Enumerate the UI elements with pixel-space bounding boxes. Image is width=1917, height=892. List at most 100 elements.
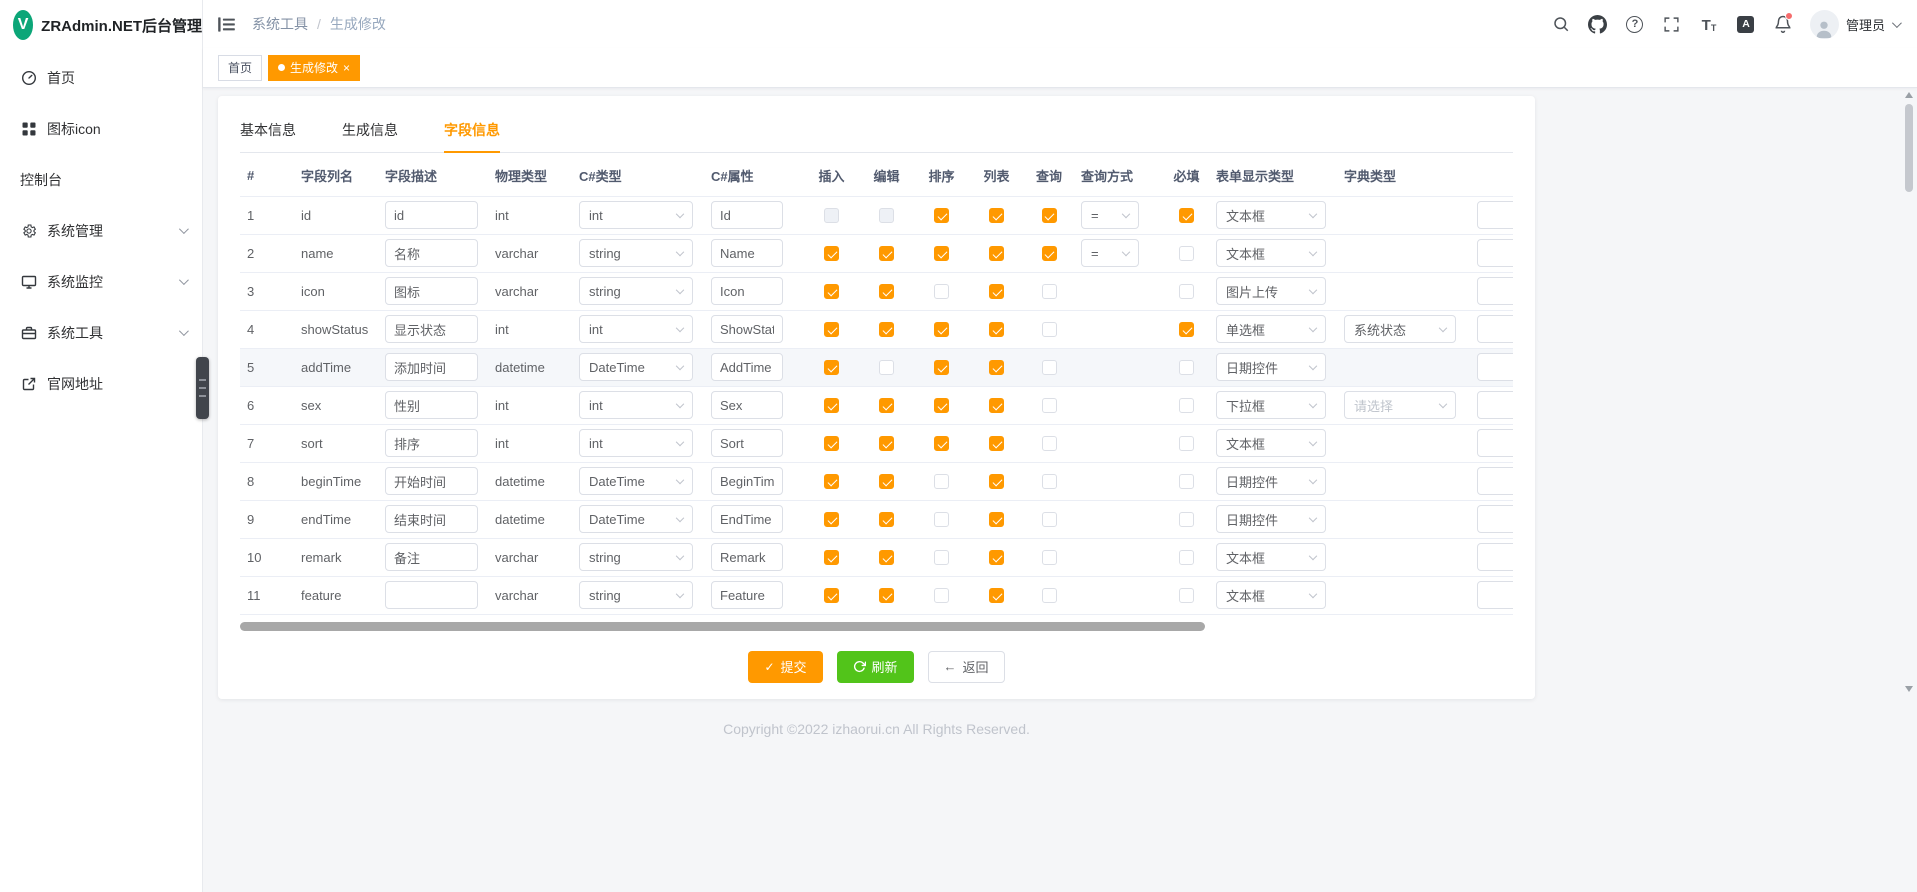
display-type-select[interactable]: 文本框 bbox=[1216, 543, 1326, 571]
checkbox[interactable] bbox=[1179, 322, 1194, 337]
column-description-input[interactable] bbox=[385, 581, 478, 609]
csharp-property-input[interactable] bbox=[711, 429, 783, 457]
sidebar-item-website[interactable]: 官网地址 bbox=[0, 358, 202, 409]
vertical-scrollbar[interactable] bbox=[1904, 92, 1914, 692]
checkbox[interactable] bbox=[824, 246, 839, 261]
extra-input[interactable] bbox=[1477, 277, 1513, 305]
csharp-property-input[interactable] bbox=[711, 581, 783, 609]
font-size-icon[interactable] bbox=[1699, 14, 1719, 34]
checkbox[interactable] bbox=[824, 550, 839, 565]
display-type-select[interactable]: 文本框 bbox=[1216, 581, 1326, 609]
tag-home[interactable]: 首页 bbox=[218, 55, 262, 81]
checkbox[interactable] bbox=[879, 588, 894, 603]
breadcrumb-item[interactable]: 系统工具 bbox=[252, 14, 308, 34]
checkbox[interactable] bbox=[934, 360, 949, 375]
csharp-type-select[interactable]: int bbox=[579, 429, 693, 457]
close-icon[interactable] bbox=[343, 62, 350, 74]
checkbox[interactable] bbox=[1179, 436, 1194, 451]
checkbox[interactable] bbox=[934, 322, 949, 337]
checkbox[interactable] bbox=[1042, 284, 1057, 299]
horizontal-scrollbar-thumb[interactable] bbox=[240, 622, 1205, 631]
checkbox[interactable] bbox=[879, 360, 894, 375]
display-type-select[interactable]: 文本框 bbox=[1216, 429, 1326, 457]
csharp-type-select[interactable]: DateTime bbox=[579, 467, 693, 495]
checkbox[interactable] bbox=[934, 436, 949, 451]
checkbox[interactable] bbox=[989, 284, 1004, 299]
extra-input[interactable] bbox=[1477, 353, 1513, 381]
checkbox[interactable] bbox=[1179, 512, 1194, 527]
notification-bell-icon[interactable] bbox=[1773, 14, 1793, 34]
checkbox[interactable] bbox=[879, 284, 894, 299]
checkbox[interactable] bbox=[1179, 208, 1194, 223]
display-type-select[interactable]: 文本框 bbox=[1216, 239, 1326, 267]
checkbox[interactable] bbox=[879, 436, 894, 451]
extra-input[interactable] bbox=[1477, 543, 1513, 571]
extra-input[interactable] bbox=[1477, 505, 1513, 533]
horizontal-scrollbar[interactable] bbox=[240, 622, 1513, 631]
submit-button[interactable]: 提交 bbox=[748, 651, 822, 683]
csharp-property-input[interactable] bbox=[711, 315, 783, 343]
sidebar-item-system-admin[interactable]: 系统管理 bbox=[0, 205, 202, 256]
csharp-type-select[interactable]: DateTime bbox=[579, 353, 693, 381]
checkbox[interactable] bbox=[1042, 550, 1057, 565]
checkbox[interactable] bbox=[1042, 360, 1057, 375]
checkbox[interactable] bbox=[1042, 436, 1057, 451]
column-description-input[interactable] bbox=[385, 429, 478, 457]
checkbox[interactable] bbox=[1042, 246, 1057, 261]
extra-input[interactable] bbox=[1477, 467, 1513, 495]
checkbox[interactable] bbox=[1042, 398, 1057, 413]
checkbox[interactable] bbox=[879, 474, 894, 489]
csharp-property-input[interactable] bbox=[711, 353, 783, 381]
csharp-type-select[interactable]: string bbox=[579, 239, 693, 267]
checkbox[interactable] bbox=[989, 322, 1004, 337]
display-type-select[interactable]: 日期控件 bbox=[1216, 505, 1326, 533]
query-mode-select[interactable]: = bbox=[1081, 239, 1139, 267]
checkbox[interactable] bbox=[989, 360, 1004, 375]
checkbox[interactable] bbox=[1179, 246, 1194, 261]
dict-type-select[interactable]: 系统状态 bbox=[1344, 315, 1456, 343]
checkbox[interactable] bbox=[824, 588, 839, 603]
tag-generate-edit[interactable]: 生成修改 bbox=[268, 55, 360, 81]
checkbox[interactable] bbox=[824, 322, 839, 337]
csharp-type-select[interactable]: DateTime bbox=[579, 505, 693, 533]
checkbox[interactable] bbox=[1042, 208, 1057, 223]
csharp-property-input[interactable] bbox=[711, 467, 783, 495]
csharp-property-input[interactable] bbox=[711, 505, 783, 533]
checkbox[interactable] bbox=[879, 550, 894, 565]
display-type-select[interactable]: 单选框 bbox=[1216, 315, 1326, 343]
sidebar-item-icons[interactable]: 图标icon bbox=[0, 103, 202, 154]
tab-field-info[interactable]: 字段信息 bbox=[444, 112, 500, 152]
csharp-type-select[interactable]: int bbox=[579, 201, 693, 229]
checkbox[interactable] bbox=[934, 588, 949, 603]
checkbox[interactable] bbox=[824, 512, 839, 527]
scroll-down-arrow-icon[interactable] bbox=[1905, 686, 1913, 692]
help-icon[interactable] bbox=[1625, 14, 1645, 34]
checkbox[interactable] bbox=[879, 398, 894, 413]
checkbox[interactable] bbox=[989, 474, 1004, 489]
sidebar-item-console[interactable]: 控制台 bbox=[0, 154, 202, 205]
checkbox[interactable] bbox=[934, 512, 949, 527]
scroll-up-arrow-icon[interactable] bbox=[1905, 92, 1913, 98]
query-mode-select[interactable]: = bbox=[1081, 201, 1139, 229]
display-type-select[interactable]: 图片上传 bbox=[1216, 277, 1326, 305]
column-description-input[interactable] bbox=[385, 353, 478, 381]
extra-input[interactable] bbox=[1477, 429, 1513, 457]
refresh-button[interactable]: 刷新 bbox=[837, 651, 914, 683]
csharp-property-input[interactable] bbox=[711, 239, 783, 267]
column-description-input[interactable] bbox=[385, 239, 478, 267]
sidebar-collapse-icon[interactable] bbox=[217, 13, 239, 35]
checkbox[interactable] bbox=[824, 398, 839, 413]
sidebar-item-system-tools[interactable]: 系统工具 bbox=[0, 307, 202, 358]
csharp-property-input[interactable] bbox=[711, 543, 783, 571]
checkbox[interactable] bbox=[1042, 474, 1057, 489]
checkbox[interactable] bbox=[989, 550, 1004, 565]
checkbox[interactable] bbox=[824, 360, 839, 375]
checkbox[interactable] bbox=[879, 322, 894, 337]
display-type-select[interactable]: 日期控件 bbox=[1216, 353, 1326, 381]
column-description-input[interactable] bbox=[385, 543, 478, 571]
display-type-select[interactable]: 下拉框 bbox=[1216, 391, 1326, 419]
csharp-property-input[interactable] bbox=[711, 201, 783, 229]
csharp-property-input[interactable] bbox=[711, 277, 783, 305]
dict-type-select[interactable]: 请选择 bbox=[1344, 391, 1456, 419]
checkbox[interactable] bbox=[989, 436, 1004, 451]
